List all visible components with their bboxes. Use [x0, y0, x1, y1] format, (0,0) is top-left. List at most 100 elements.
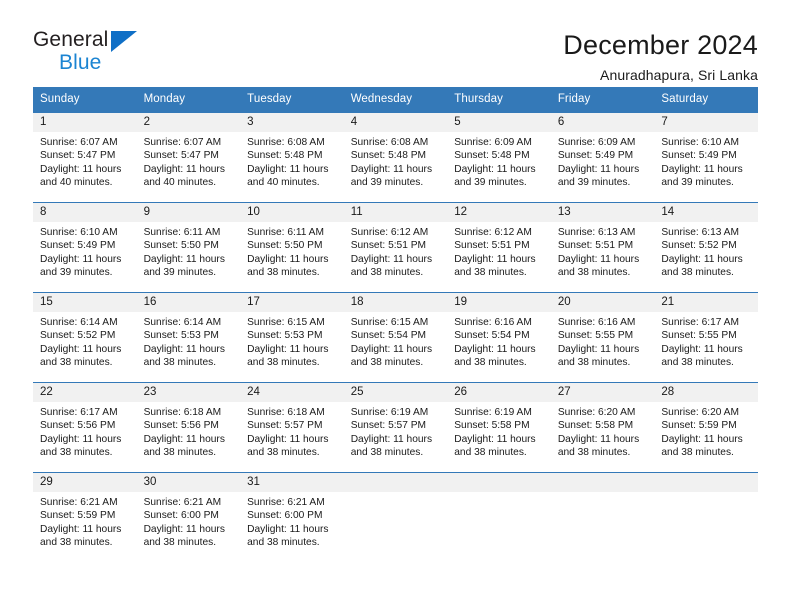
daylight-text: and 38 minutes. — [454, 357, 527, 369]
calendar-day-cell[interactable]: 7 Sunrise: 6:10 AM Sunset: 5:49 PM Daylight… — [654, 112, 758, 203]
sunset-text: Sunset: 5:49 PM — [40, 240, 116, 252]
day-cell-content: 19 Sunrise: 6:16 AM Sunset: 5:54 PM Dayligh… — [447, 293, 551, 382]
calendar-day-cell[interactable]: 19 Sunrise: 6:16 AM Sunset: 5:54 PM Dayligh… — [447, 292, 551, 383]
day-number: 1 — [33, 113, 137, 132]
sunset-text: Sunset: 5:54 PM — [454, 330, 530, 342]
general-blue-logo[interactable]: General Blue — [33, 28, 163, 76]
calendar-day-cell[interactable] — [447, 472, 551, 562]
daylight-text: Daylight: 11 hours — [350, 433, 433, 445]
sunset-text: Sunset: 5:55 PM — [661, 330, 737, 342]
calendar-day-cell[interactable]: 5 Sunrise: 6:09 AM Sunset: 5:48 PM Daylight… — [447, 112, 551, 203]
sunrise-text: Sunrise: 6:16 AM — [454, 317, 532, 328]
day-details: Sunrise: 6:19 AM Sunset: 5:58 PM Daylight:… — [447, 402, 551, 460]
calendar-day-cell[interactable]: 24 Sunrise: 6:18 AM Sunset: 5:57 PM Dayligh… — [240, 382, 344, 473]
sunset-text: Sunset: 5:47 PM — [40, 150, 116, 162]
day-cell-content: 5 Sunrise: 6:09 AM Sunset: 5:48 PM Daylight… — [447, 113, 551, 202]
weekday-header-monday: Monday — [136, 87, 241, 113]
daylight-text: Daylight: 11 hours — [557, 163, 640, 175]
weekday-header-sunday: Sunday — [33, 87, 137, 113]
daylight-text: Daylight: 11 hours — [143, 253, 225, 265]
day-cell-content: 13 Sunrise: 6:13 AM Sunset: 5:51 PM Dayligh… — [550, 203, 655, 292]
daylight-text: and 38 minutes. — [350, 447, 424, 459]
calendar-day-cell[interactable]: 17 Sunrise: 6:15 AM Sunset: 5:53 PM Dayligh… — [240, 292, 344, 383]
calendar-day-cell[interactable]: 25 Sunrise: 6:19 AM Sunset: 5:57 PM Dayligh… — [343, 382, 448, 473]
calendar-day-cell[interactable]: 27 Sunrise: 6:20 AM Sunset: 5:58 PM Dayligh… — [550, 382, 655, 473]
day-number: 17 — [240, 293, 344, 312]
daylight-text: Daylight: 11 hours — [454, 343, 536, 355]
day-cell-content: 29 Sunrise: 6:21 AM Sunset: 5:59 PM Dayligh… — [33, 473, 137, 562]
calendar-day-cell[interactable]: 13 Sunrise: 6:13 AM Sunset: 5:51 PM Dayligh… — [550, 202, 655, 293]
sunset-text: Sunset: 5:54 PM — [350, 330, 427, 342]
sunrise-text: Sunrise: 6:14 AM — [143, 317, 222, 328]
calendar-day-cell[interactable]: 22 Sunrise: 6:17 AM Sunset: 5:56 PM Dayligh… — [33, 382, 137, 473]
day-cell-content — [654, 473, 758, 562]
calendar-day-cell[interactable]: 29 Sunrise: 6:21 AM Sunset: 5:59 PM Dayligh… — [33, 472, 137, 562]
calendar-day-cell[interactable]: 8 Sunrise: 6:10 AM Sunset: 5:49 PM Daylight… — [33, 202, 137, 293]
sunset-text: Sunset: 5:48 PM — [454, 150, 530, 162]
calendar-day-cell[interactable] — [343, 472, 448, 562]
calendar-day-cell[interactable]: 2 Sunrise: 6:07 AM Sunset: 5:47 PM Daylight… — [136, 112, 241, 203]
day-cell-content: 27 Sunrise: 6:20 AM Sunset: 5:58 PM Dayligh… — [550, 383, 655, 472]
day-details: Sunrise: 6:20 AM Sunset: 5:58 PM Daylight:… — [551, 402, 655, 460]
day-cell-content: 14 Sunrise: 6:13 AM Sunset: 5:52 PM Dayligh… — [654, 203, 758, 292]
sunrise-text: Sunrise: 6:07 AM — [40, 137, 118, 148]
calendar-day-cell[interactable]: 16 Sunrise: 6:14 AM Sunset: 5:53 PM Dayligh… — [136, 292, 241, 383]
daylight-text: Daylight: 11 hours — [454, 253, 536, 265]
day-number: 11 — [343, 203, 448, 222]
calendar-day-cell[interactable]: 20 Sunrise: 6:16 AM Sunset: 5:55 PM Dayligh… — [550, 292, 655, 383]
calendar-day-cell[interactable]: 26 Sunrise: 6:19 AM Sunset: 5:58 PM Dayligh… — [447, 382, 551, 473]
day-details: Sunrise: 6:07 AM Sunset: 5:47 PM Daylight:… — [33, 132, 137, 190]
daylight-text: Daylight: 11 hours — [350, 253, 433, 265]
sunset-text: Sunset: 6:00 PM — [143, 510, 219, 522]
daylight-text: Daylight: 11 hours — [557, 253, 640, 265]
calendar-day-cell[interactable]: 1 Sunrise: 6:07 AM Sunset: 5:47 PM Daylight… — [33, 112, 137, 203]
calendar-week-row: 8 Sunrise: 6:10 AM Sunset: 5:49 PM Daylight… — [33, 202, 758, 293]
calendar-day-cell[interactable]: 4 Sunrise: 6:08 AM Sunset: 5:48 PM Daylight… — [343, 112, 448, 203]
sunset-text: Sunset: 5:49 PM — [557, 150, 634, 162]
calendar-day-cell[interactable]: 23 Sunrise: 6:18 AM Sunset: 5:56 PM Dayligh… — [136, 382, 241, 473]
daylight-text: Daylight: 11 hours — [247, 523, 329, 535]
calendar-day-cell[interactable]: 30 Sunrise: 6:21 AM Sunset: 6:00 PM Dayligh… — [136, 472, 241, 562]
day-details: Sunrise: 6:19 AM Sunset: 5:57 PM Daylight:… — [344, 402, 448, 460]
day-number: 9 — [136, 203, 241, 222]
daylight-text: and 40 minutes. — [143, 177, 217, 189]
calendar-day-cell[interactable]: 14 Sunrise: 6:13 AM Sunset: 5:52 PM Dayligh… — [654, 202, 758, 293]
calendar-day-cell[interactable] — [550, 472, 655, 562]
day-details — [551, 492, 655, 496]
calendar-day-cell[interactable]: 21 Sunrise: 6:17 AM Sunset: 5:55 PM Dayligh… — [654, 292, 758, 383]
day-details: Sunrise: 6:20 AM Sunset: 5:59 PM Daylight:… — [654, 402, 758, 460]
calendar-day-cell[interactable]: 28 Sunrise: 6:20 AM Sunset: 5:59 PM Dayligh… — [654, 382, 758, 473]
daylight-text: Daylight: 11 hours — [247, 343, 329, 355]
day-details: Sunrise: 6:09 AM Sunset: 5:48 PM Daylight:… — [447, 132, 551, 190]
day-number: 13 — [550, 203, 655, 222]
sunrise-text: Sunrise: 6:11 AM — [247, 227, 324, 238]
day-details: Sunrise: 6:08 AM Sunset: 5:48 PM Daylight:… — [344, 132, 448, 190]
calendar-day-cell[interactable] — [654, 472, 758, 562]
day-number: 19 — [447, 293, 551, 312]
calendar-day-cell[interactable]: 10 Sunrise: 6:11 AM Sunset: 5:50 PM Dayligh… — [240, 202, 344, 293]
weekday-header-thursday: Thursday — [447, 87, 551, 113]
day-details: Sunrise: 6:07 AM Sunset: 5:47 PM Daylight:… — [137, 132, 241, 190]
day-number: 25 — [343, 383, 448, 402]
calendar-day-cell[interactable]: 31 Sunrise: 6:21 AM Sunset: 6:00 PM Dayligh… — [240, 472, 344, 562]
title-block: December 2024 Anuradhapura, Sri Lanka — [563, 28, 758, 85]
calendar-day-cell[interactable]: 9 Sunrise: 6:11 AM Sunset: 5:50 PM Daylight… — [136, 202, 241, 293]
calendar-day-cell[interactable]: 15 Sunrise: 6:14 AM Sunset: 5:52 PM Dayligh… — [33, 292, 137, 383]
day-cell-content: 12 Sunrise: 6:12 AM Sunset: 5:51 PM Dayligh… — [447, 203, 551, 292]
day-cell-content: 31 Sunrise: 6:21 AM Sunset: 6:00 PM Dayligh… — [240, 473, 344, 562]
day-cell-content: 15 Sunrise: 6:14 AM Sunset: 5:52 PM Dayligh… — [33, 293, 137, 382]
calendar-day-cell[interactable]: 3 Sunrise: 6:08 AM Sunset: 5:48 PM Daylight… — [240, 112, 344, 203]
calendar-day-cell[interactable]: 11 Sunrise: 6:12 AM Sunset: 5:51 PM Dayligh… — [343, 202, 448, 293]
calendar-day-cell[interactable]: 6 Sunrise: 6:09 AM Sunset: 5:49 PM Daylight… — [550, 112, 655, 203]
calendar-header-row: Sunday Monday Tuesday Wednesday Thursday… — [33, 87, 758, 113]
day-number: 22 — [33, 383, 137, 402]
calendar-day-cell[interactable]: 18 Sunrise: 6:15 AM Sunset: 5:54 PM Dayligh… — [343, 292, 448, 383]
day-cell-content — [343, 473, 448, 562]
day-number — [447, 473, 551, 492]
sunrise-text: Sunrise: 6:19 AM — [350, 407, 429, 418]
sunrise-text: Sunrise: 6:11 AM — [143, 227, 221, 238]
calendar-page: General Blue December 2024 Anuradhapura,… — [0, 0, 792, 612]
day-details: Sunrise: 6:17 AM Sunset: 5:55 PM Daylight:… — [654, 312, 758, 370]
calendar-day-cell[interactable]: 12 Sunrise: 6:12 AM Sunset: 5:51 PM Dayligh… — [447, 202, 551, 293]
sunrise-text: Sunrise: 6:15 AM — [350, 317, 429, 328]
